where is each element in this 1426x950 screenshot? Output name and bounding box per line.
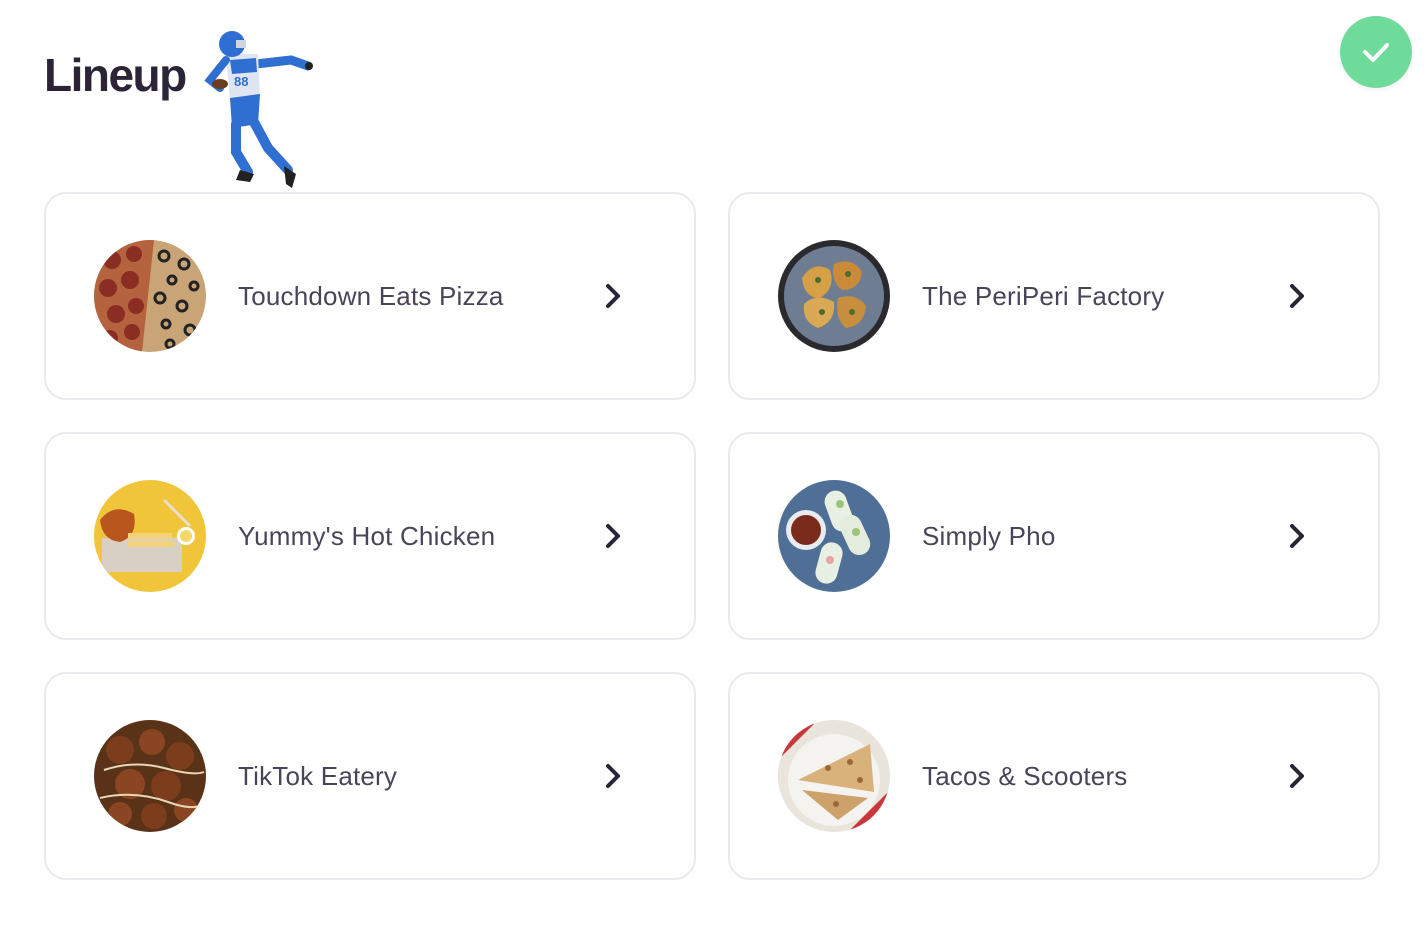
quesadilla-image: [778, 720, 890, 832]
vendor-grid: Touchdown Eats Pizza The PeriPeri Factor…: [44, 192, 1380, 880]
chevron-right-icon: [1290, 524, 1304, 548]
vendor-name: TikTok Eatery: [238, 760, 398, 791]
chevron-right-icon: [606, 764, 620, 788]
svg-text:88: 88: [234, 74, 248, 89]
vendor-name: The PeriPeri Factory: [922, 280, 1165, 311]
vendor-card-tacos-and-scooters[interactable]: Tacos & Scooters: [728, 672, 1380, 880]
chevron-right-icon: [1290, 764, 1304, 788]
vendor-card-tiktok-eatery[interactable]: TikTok Eatery: [44, 672, 696, 880]
vendor-name: Touchdown Eats Pizza: [238, 280, 504, 311]
pizza-image: [94, 240, 206, 352]
chevron-right-icon: [1290, 284, 1304, 308]
confirm-button[interactable]: [1340, 16, 1412, 88]
chevron-right-icon: [606, 284, 620, 308]
vendor-card-yummys-hot-chicken[interactable]: Yummy's Hot Chicken: [44, 432, 696, 640]
check-icon: [1363, 43, 1389, 62]
chevron-right-icon: [606, 524, 620, 548]
hot-chicken-image: [94, 480, 206, 592]
vendor-name: Tacos & Scooters: [922, 760, 1128, 791]
meatballs-image: [94, 720, 206, 832]
football-player-image: 88: [204, 31, 313, 188]
vendor-card-touchdown-eats-pizza[interactable]: Touchdown Eats Pizza: [44, 192, 696, 400]
vendor-card-simply-pho[interactable]: Simply Pho: [728, 432, 1380, 640]
page-title: Lineup: [44, 49, 187, 101]
vendor-card-the-periperi-factory[interactable]: The PeriPeri Factory: [728, 192, 1380, 400]
peri-peri-chicken-image: [778, 240, 890, 352]
spring-rolls-image: [778, 480, 890, 592]
vendor-name: Yummy's Hot Chicken: [238, 520, 496, 551]
vendor-name: Simply Pho: [922, 520, 1056, 551]
